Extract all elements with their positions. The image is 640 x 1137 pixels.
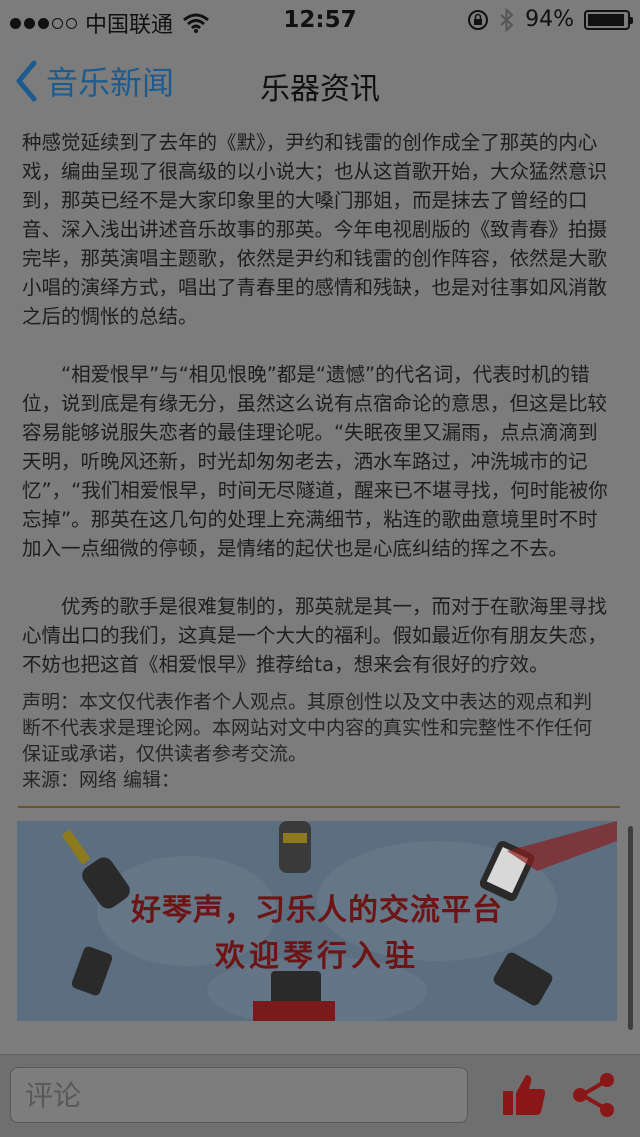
bottom-toolbar — [0, 1054, 640, 1137]
article-divider — [18, 806, 620, 808]
battery-percent: 94% — [525, 7, 574, 32]
share-button[interactable] — [570, 1071, 618, 1123]
orientation-lock-icon — [468, 9, 489, 30]
share-icon — [573, 1073, 614, 1117]
promo-banner[interactable]: 好琴声，习乐人的交流平台 欢迎琴行入驻 — [17, 821, 617, 1021]
like-button[interactable] — [500, 1071, 548, 1123]
source-editor-text: 来源：网络 编辑： — [22, 769, 181, 791]
scrollbar[interactable] — [628, 826, 633, 1030]
banner-headline: 好琴声，习乐人的交流平台 — [131, 893, 503, 928]
battery-fill — [588, 13, 624, 26]
article-body: 种感觉延续到了去年的《默》，尹约和钱雷的创作成全了那英的内心戏，编曲呈现了很高级… — [22, 128, 608, 793]
disclaimer-text: 声明：本文仅代表作者个人观点。其原创性以及文中表达的观点和判断不代表求是理论网。… — [22, 691, 593, 765]
comment-input[interactable] — [10, 1067, 468, 1123]
bluetooth-icon — [500, 7, 514, 32]
article-paragraph-1: 种感觉延续到了去年的《默》，尹约和钱雷的创作成全了那英的内心戏，编曲呈现了很高级… — [22, 131, 608, 328]
status-bar: 中国联通 12:57 94% — [0, 0, 640, 40]
article-paragraph-2: “相爱恨早”与“相见恨晚”都是“遗憾”的代名词，代表时机的错位，说到底是有缘无分… — [22, 363, 608, 560]
banner-subheadline: 欢迎琴行入驻 — [215, 939, 419, 974]
navigation-bar: 音乐新闻 乐器资讯 — [0, 40, 640, 128]
status-right: 94% — [467, 7, 633, 32]
battery-icon — [584, 9, 633, 30]
page-title: 乐器资讯 — [260, 72, 380, 107]
article-paragraph-3: 优秀的歌手是很难复制的，那英就是其一，而对于在歌海里寻找心情出口的我们，这真是一… — [22, 595, 608, 676]
thumbs-up-icon — [503, 1075, 546, 1115]
